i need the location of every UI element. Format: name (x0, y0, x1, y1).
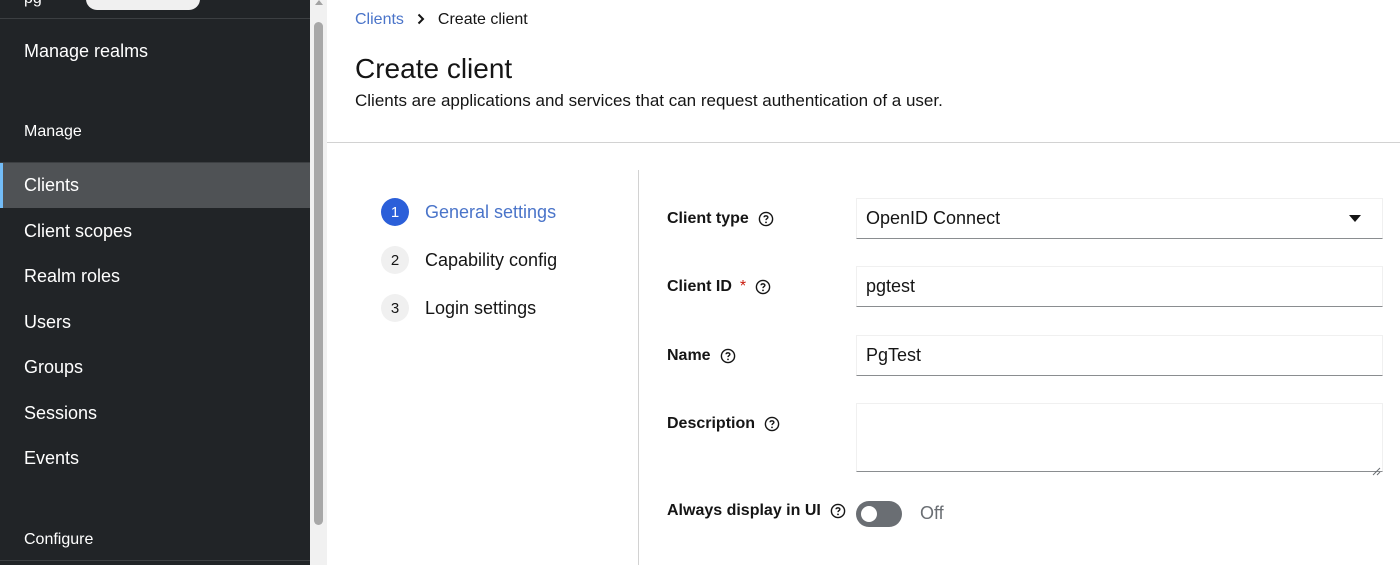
sidebar-item-users[interactable]: Users (0, 300, 310, 345)
manage-section-heading: Manage (24, 123, 82, 140)
breadcrumb-current: Create client (437, 11, 528, 28)
name-input[interactable]: PgTest (856, 335, 1383, 376)
name-label: Name (667, 347, 736, 365)
description-textarea[interactable] (856, 403, 1383, 476)
step-number: 2 (381, 246, 409, 274)
always-display-toggle[interactable] (856, 501, 902, 527)
resize-handle-icon[interactable] (1371, 460, 1381, 476)
step-number: 1 (381, 198, 409, 226)
description-label-text: Description (667, 415, 756, 432)
wizard-step-login-settings[interactable]: 3 Login settings (381, 294, 536, 322)
sidebar-item-clients[interactable]: Clients (0, 163, 310, 208)
name-label-text: Name (667, 347, 711, 364)
sidebar-item-realm-roles[interactable]: Realm roles (0, 254, 310, 299)
help-icon[interactable] (830, 503, 846, 519)
nav-divider (0, 560, 310, 561)
client-id-value: pgtest (866, 276, 916, 296)
client-type-label: Client type (667, 210, 774, 228)
toggle-state-text: Off (920, 503, 944, 523)
realm-name-fragment: pg (24, 0, 42, 8)
page-description: Clients are applications and services th… (355, 91, 943, 110)
wizard-step-general-settings[interactable]: 1 General settings (381, 198, 556, 226)
scroll-thumb[interactable] (314, 22, 323, 525)
scroll-up-arrow-icon[interactable] (315, 0, 323, 5)
name-value: PgTest (866, 345, 922, 365)
always-display-label: Always display in UI (667, 502, 846, 520)
sidebar-item-events[interactable]: Events (0, 436, 310, 481)
toggle-knob (861, 506, 877, 522)
client-id-label: Client ID * (667, 278, 771, 296)
breadcrumb-clients-link[interactable]: Clients (355, 11, 404, 29)
description-label: Description (667, 415, 780, 433)
configure-section-heading: Configure (24, 531, 94, 548)
required-asterisk: * (739, 278, 747, 295)
manage-realms-link[interactable]: Manage realms (24, 41, 148, 62)
step-number: 3 (381, 294, 409, 322)
step-label: General settings (425, 201, 557, 222)
realm-pill[interactable] (86, 0, 200, 10)
client-type-select[interactable]: OpenID Connect (856, 198, 1383, 239)
wizard-divider (638, 170, 639, 565)
client-type-label-text: Client type (667, 210, 749, 227)
always-display-label-text: Always display in UI (667, 502, 821, 519)
help-icon[interactable] (758, 211, 774, 227)
chevron-right-icon (417, 13, 425, 28)
help-icon[interactable] (755, 279, 771, 295)
realm-selector[interactable]: pg (0, 0, 310, 19)
header-divider (327, 142, 1400, 143)
caret-down-icon (1349, 215, 1361, 222)
sidebar-item-client-scopes[interactable]: Client scopes (0, 209, 310, 254)
help-icon[interactable] (720, 348, 736, 364)
sidebar-item-groups[interactable]: Groups (0, 345, 310, 390)
step-label: Login settings (425, 297, 537, 318)
client-id-label-text: Client ID (667, 278, 732, 295)
sidebar-item-sessions[interactable]: Sessions (0, 391, 310, 436)
wizard-step-capability-config[interactable]: 2 Capability config (381, 246, 557, 274)
breadcrumb: Clients Create client (355, 11, 528, 29)
sidebar: pg Manage realms Manage Clients Client s… (0, 0, 310, 565)
sidebar-scrollbar[interactable] (310, 0, 327, 565)
client-type-value: OpenID Connect (866, 208, 1001, 228)
client-id-input[interactable]: pgtest (856, 266, 1383, 307)
help-icon[interactable] (764, 416, 780, 432)
step-label: Capability config (425, 249, 558, 270)
page-title: Create client (355, 53, 513, 84)
